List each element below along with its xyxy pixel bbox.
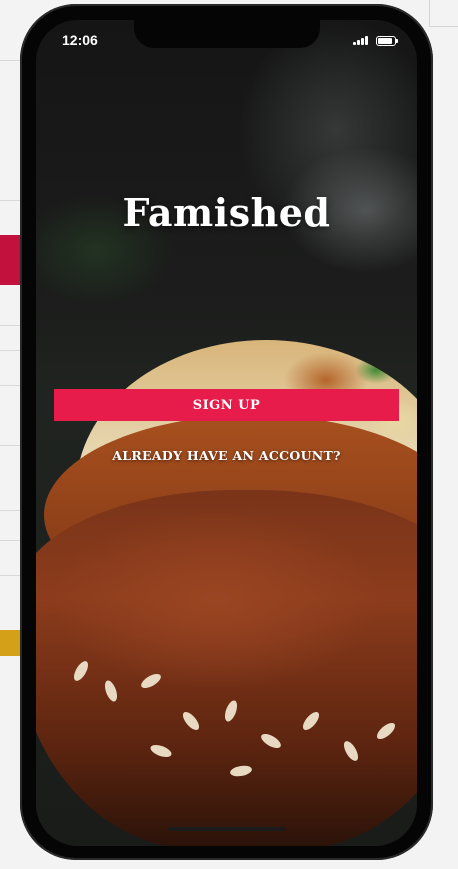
food-background-image: [36, 20, 417, 846]
status-bar: 12:06: [36, 20, 417, 60]
cellular-signal-icon: [353, 35, 371, 45]
app-title: Famished: [122, 190, 331, 235]
already-have-account-link[interactable]: ALREADY HAVE AN ACCOUNT?: [36, 448, 417, 463]
home-indicator: [168, 827, 286, 831]
phone-notch: [134, 20, 320, 48]
clay-pot-body: [36, 490, 417, 846]
battery-icon: [376, 36, 398, 46]
status-time: 12:06: [62, 32, 98, 48]
sign-up-button[interactable]: SIGN UP: [54, 389, 399, 421]
app-screen: 12:06 Famished SIGN UP ALREADY HAVE AN A…: [36, 20, 417, 846]
phone-frame: 12:06 Famished SIGN UP ALREADY HAVE AN A…: [20, 4, 433, 860]
background-corner-box: [429, 0, 458, 27]
